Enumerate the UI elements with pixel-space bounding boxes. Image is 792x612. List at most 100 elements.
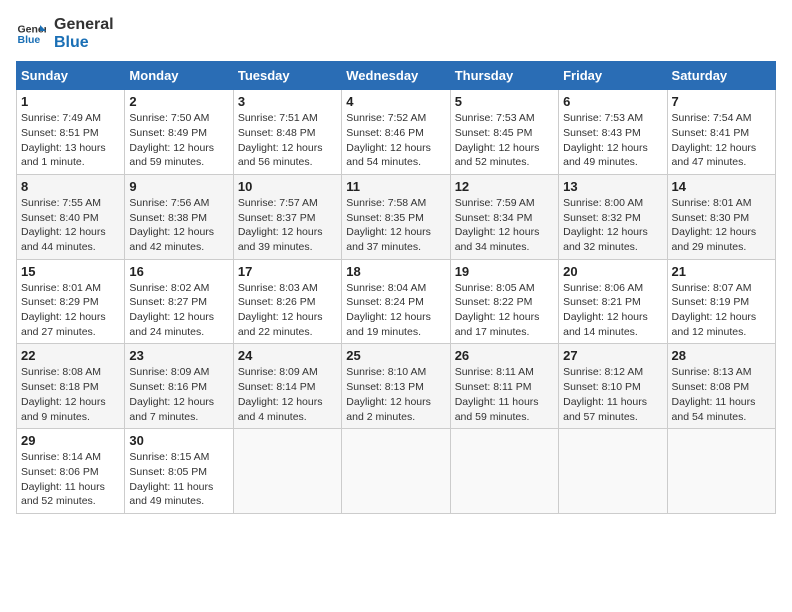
day-info: Sunrise: 8:15 AM Sunset: 8:05 PM Dayligh… bbox=[129, 450, 228, 509]
day-cell: 26 Sunrise: 8:11 AM Sunset: 8:11 PM Dayli… bbox=[450, 344, 558, 429]
day-cell: 24 Sunrise: 8:09 AM Sunset: 8:14 PM Dayli… bbox=[233, 344, 341, 429]
day-cell: 3Sunrise: 7:51 AM Sunset: 8:48 PM Daylig… bbox=[233, 90, 341, 175]
day-info: Sunrise: 8:06 AM Sunset: 8:21 PM Dayligh… bbox=[563, 281, 662, 340]
header-tuesday: Tuesday bbox=[233, 62, 341, 90]
day-number: 22 bbox=[21, 348, 120, 363]
day-cell: 19 Sunrise: 8:05 AM Sunset: 8:22 PM Dayli… bbox=[450, 259, 558, 344]
day-number: 21 bbox=[672, 264, 771, 279]
day-number: 27 bbox=[563, 348, 662, 363]
day-number: 17 bbox=[238, 264, 337, 279]
header-monday: Monday bbox=[125, 62, 233, 90]
day-number: 18 bbox=[346, 264, 445, 279]
day-cell: 4Sunrise: 7:52 AM Sunset: 8:46 PM Daylig… bbox=[342, 90, 450, 175]
day-cell: 1Sunrise: 7:49 AM Sunset: 8:51 PM Daylig… bbox=[17, 90, 125, 175]
header-friday: Friday bbox=[559, 62, 667, 90]
day-info: Sunrise: 8:01 AM Sunset: 8:29 PM Dayligh… bbox=[21, 281, 120, 340]
day-number: 10 bbox=[238, 179, 337, 194]
day-number: 30 bbox=[129, 433, 228, 448]
day-info: Sunrise: 8:02 AM Sunset: 8:27 PM Dayligh… bbox=[129, 281, 228, 340]
day-info: Sunrise: 8:01 AM Sunset: 8:30 PM Dayligh… bbox=[672, 196, 771, 255]
day-number: 12 bbox=[455, 179, 554, 194]
logo-icon: General Blue bbox=[16, 19, 46, 49]
day-info: Sunrise: 8:12 AM Sunset: 8:10 PM Dayligh… bbox=[563, 365, 662, 424]
day-number: 13 bbox=[563, 179, 662, 194]
day-cell: 11Sunrise: 7:58 AM Sunset: 8:35 PM Dayli… bbox=[342, 174, 450, 259]
day-info: Sunrise: 8:10 AM Sunset: 8:13 PM Dayligh… bbox=[346, 365, 445, 424]
day-number: 2 bbox=[129, 94, 228, 109]
week-row-2: 8Sunrise: 7:55 AM Sunset: 8:40 PM Daylig… bbox=[17, 174, 776, 259]
week-row-3: 15 Sunrise: 8:01 AM Sunset: 8:29 PM Dayli… bbox=[17, 259, 776, 344]
day-cell: 17 Sunrise: 8:03 AM Sunset: 8:26 PM Dayli… bbox=[233, 259, 341, 344]
day-info: Sunrise: 7:53 AM Sunset: 8:43 PM Dayligh… bbox=[563, 111, 662, 170]
day-cell: 30 Sunrise: 8:15 AM Sunset: 8:05 PM Dayli… bbox=[125, 429, 233, 514]
day-cell bbox=[450, 429, 558, 514]
day-cell: 27 Sunrise: 8:12 AM Sunset: 8:10 PM Dayli… bbox=[559, 344, 667, 429]
day-number: 5 bbox=[455, 94, 554, 109]
day-cell: 18 Sunrise: 8:04 AM Sunset: 8:24 PM Dayli… bbox=[342, 259, 450, 344]
day-cell: 28 Sunrise: 8:13 AM Sunset: 8:08 PM Dayli… bbox=[667, 344, 775, 429]
day-cell: 12 Sunrise: 7:59 AM Sunset: 8:34 PM Dayli… bbox=[450, 174, 558, 259]
day-info: Sunrise: 8:00 AM Sunset: 8:32 PM Dayligh… bbox=[563, 196, 662, 255]
day-number: 26 bbox=[455, 348, 554, 363]
day-info: Sunrise: 8:05 AM Sunset: 8:22 PM Dayligh… bbox=[455, 281, 554, 340]
day-cell: 22 Sunrise: 8:08 AM Sunset: 8:18 PM Dayli… bbox=[17, 344, 125, 429]
day-info: Sunrise: 8:13 AM Sunset: 8:08 PM Dayligh… bbox=[672, 365, 771, 424]
header-wednesday: Wednesday bbox=[342, 62, 450, 90]
day-info: Sunrise: 8:07 AM Sunset: 8:19 PM Dayligh… bbox=[672, 281, 771, 340]
day-number: 9 bbox=[129, 179, 228, 194]
day-cell: 25 Sunrise: 8:10 AM Sunset: 8:13 PM Dayli… bbox=[342, 344, 450, 429]
day-number: 20 bbox=[563, 264, 662, 279]
day-number: 19 bbox=[455, 264, 554, 279]
page-header: General Blue General Blue bbox=[16, 16, 776, 51]
calendar-table: SundayMondayTuesdayWednesdayThursdayFrid… bbox=[16, 61, 776, 514]
logo: General Blue General Blue bbox=[16, 16, 114, 51]
day-number: 14 bbox=[672, 179, 771, 194]
day-number: 3 bbox=[238, 94, 337, 109]
day-cell: 16 Sunrise: 8:02 AM Sunset: 8:27 PM Dayli… bbox=[125, 259, 233, 344]
day-info: Sunrise: 8:03 AM Sunset: 8:26 PM Dayligh… bbox=[238, 281, 337, 340]
day-cell: 6 Sunrise: 7:53 AM Sunset: 8:43 PM Daylig… bbox=[559, 90, 667, 175]
day-cell: 8Sunrise: 7:55 AM Sunset: 8:40 PM Daylig… bbox=[17, 174, 125, 259]
day-cell bbox=[559, 429, 667, 514]
week-row-4: 22 Sunrise: 8:08 AM Sunset: 8:18 PM Dayli… bbox=[17, 344, 776, 429]
day-info: Sunrise: 8:09 AM Sunset: 8:14 PM Dayligh… bbox=[238, 365, 337, 424]
calendar-header-row: SundayMondayTuesdayWednesdayThursdayFrid… bbox=[17, 62, 776, 90]
day-number: 29 bbox=[21, 433, 120, 448]
day-number: 7 bbox=[672, 94, 771, 109]
day-cell: 21 Sunrise: 8:07 AM Sunset: 8:19 PM Dayli… bbox=[667, 259, 775, 344]
day-cell: 7Sunrise: 7:54 AM Sunset: 8:41 PM Daylig… bbox=[667, 90, 775, 175]
day-number: 28 bbox=[672, 348, 771, 363]
logo-blue: Blue bbox=[54, 34, 114, 52]
day-info: Sunrise: 7:50 AM Sunset: 8:49 PM Dayligh… bbox=[129, 111, 228, 170]
day-number: 6 bbox=[563, 94, 662, 109]
day-number: 25 bbox=[346, 348, 445, 363]
logo-general: General bbox=[54, 16, 114, 34]
week-row-1: 1Sunrise: 7:49 AM Sunset: 8:51 PM Daylig… bbox=[17, 90, 776, 175]
day-number: 8 bbox=[21, 179, 120, 194]
day-cell: 15 Sunrise: 8:01 AM Sunset: 8:29 PM Dayli… bbox=[17, 259, 125, 344]
day-number: 24 bbox=[238, 348, 337, 363]
day-cell: 5Sunrise: 7:53 AM Sunset: 8:45 PM Daylig… bbox=[450, 90, 558, 175]
day-number: 16 bbox=[129, 264, 228, 279]
day-cell: 23Sunrise: 8:09 AM Sunset: 8:16 PM Dayli… bbox=[125, 344, 233, 429]
day-cell: 29Sunrise: 8:14 AM Sunset: 8:06 PM Dayli… bbox=[17, 429, 125, 514]
day-number: 1 bbox=[21, 94, 120, 109]
header-saturday: Saturday bbox=[667, 62, 775, 90]
day-info: Sunrise: 7:56 AM Sunset: 8:38 PM Dayligh… bbox=[129, 196, 228, 255]
header-sunday: Sunday bbox=[17, 62, 125, 90]
day-cell bbox=[342, 429, 450, 514]
day-info: Sunrise: 8:04 AM Sunset: 8:24 PM Dayligh… bbox=[346, 281, 445, 340]
day-number: 11 bbox=[346, 179, 445, 194]
day-cell: 13 Sunrise: 8:00 AM Sunset: 8:32 PM Dayli… bbox=[559, 174, 667, 259]
day-cell: 20 Sunrise: 8:06 AM Sunset: 8:21 PM Dayli… bbox=[559, 259, 667, 344]
day-info: Sunrise: 8:11 AM Sunset: 8:11 PM Dayligh… bbox=[455, 365, 554, 424]
day-info: Sunrise: 7:57 AM Sunset: 8:37 PM Dayligh… bbox=[238, 196, 337, 255]
week-row-5: 29Sunrise: 8:14 AM Sunset: 8:06 PM Dayli… bbox=[17, 429, 776, 514]
day-number: 15 bbox=[21, 264, 120, 279]
day-cell bbox=[233, 429, 341, 514]
day-number: 4 bbox=[346, 94, 445, 109]
day-info: Sunrise: 7:59 AM Sunset: 8:34 PM Dayligh… bbox=[455, 196, 554, 255]
day-cell: 9 Sunrise: 7:56 AM Sunset: 8:38 PM Daylig… bbox=[125, 174, 233, 259]
day-info: Sunrise: 8:08 AM Sunset: 8:18 PM Dayligh… bbox=[21, 365, 120, 424]
header-thursday: Thursday bbox=[450, 62, 558, 90]
